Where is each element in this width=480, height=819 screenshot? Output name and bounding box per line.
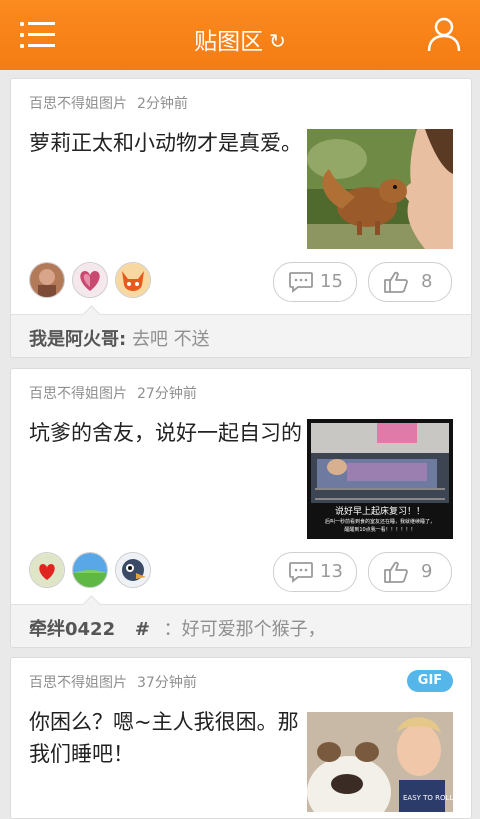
comment-hash: #: [134, 619, 150, 640]
comment-count-button[interactable]: 13: [273, 552, 357, 592]
post-time: 37分钟前: [137, 675, 197, 691]
comment-username[interactable]: 我是阿火哥:: [29, 329, 126, 350]
post-image-dorm-bed[interactable]: 说好早上起床复习！！ 后叫一秒前看到食的室友还在睡，我就继续睡了， 醒醒到10点…: [307, 419, 453, 539]
page-title: 贴图区: [194, 29, 264, 55]
post-source[interactable]: 百思不得姐图片: [29, 96, 127, 112]
comment-count: 15: [320, 271, 343, 292]
post-text[interactable]: 你困么？嗯~主人我很困。那我们睡吧！: [29, 706, 314, 770]
post-source[interactable]: 百思不得姐图片: [29, 675, 127, 691]
avatar[interactable]: [72, 552, 108, 588]
post-source[interactable]: 百思不得姐图片: [29, 386, 127, 402]
post-image-squirrel-kiss[interactable]: [307, 129, 453, 249]
like-count: 9: [421, 561, 433, 582]
post-card[interactable]: 百思不得姐图片 27分钟前 坑爹的舍友，说好一起自习的 说好早上起床复习！！ 后叫…: [10, 368, 472, 648]
user-profile-button[interactable]: [424, 14, 464, 54]
svg-text:EASY TO ROLL: EASY TO ROLL: [403, 794, 453, 802]
post-text[interactable]: 萝莉正太和小动物才是真爱。: [29, 127, 309, 159]
avatar[interactable]: [29, 552, 65, 588]
comment-count-button[interactable]: 15: [273, 262, 357, 302]
image-caption: 醒醒到10点我一看！！！！！！: [344, 527, 416, 533]
post-text[interactable]: 坑爹的舍友，说好一起自习的: [29, 417, 309, 449]
thumbs-up-icon: [384, 271, 408, 293]
comment-content: 去吧 不送: [131, 329, 210, 350]
avatar[interactable]: [72, 262, 108, 298]
post-card[interactable]: 百思不得姐图片 37分钟前 GIF 你困么？嗯~主人我很困。那我们睡吧！ EASY…: [10, 657, 472, 819]
top-comment[interactable]: 牵绊0422 # ：好可爱那个猴子，: [11, 595, 471, 647]
post-card[interactable]: 百思不得姐图片 2分钟前 萝莉正太和小动物才是真爱。 15 8 我是阿火哥: 去…: [10, 78, 472, 358]
comment-icon: [289, 562, 313, 583]
image-caption: 后叫一秒前看到食的室友还在睡，我就继续睡了，: [324, 519, 435, 525]
post-time: 27分钟前: [137, 386, 197, 402]
user-icon: [427, 17, 461, 52]
post-image-dog-and-child[interactable]: EASY TO ROLL: [307, 712, 453, 812]
avatar[interactable]: [115, 552, 151, 588]
comment-icon: [289, 272, 313, 293]
comment-content: ：好可爱那个猴子，: [163, 619, 326, 640]
like-button[interactable]: 8: [368, 262, 452, 302]
like-button[interactable]: 9: [368, 552, 452, 592]
avatar[interactable]: [29, 262, 65, 298]
thumbs-up-icon: [384, 561, 408, 583]
post-meta: 百思不得姐图片 27分钟前: [29, 383, 197, 403]
avatar[interactable]: [115, 262, 151, 298]
comment-username[interactable]: 牵绊0422: [29, 619, 115, 640]
refresh-icon[interactable]: ↻: [269, 29, 286, 53]
top-bar: 贴图区 ↻: [0, 0, 480, 70]
like-count: 8: [421, 271, 433, 292]
post-meta: 百思不得姐图片 2分钟前: [29, 93, 188, 113]
post-time: 2分钟前: [137, 96, 188, 112]
top-comment[interactable]: 我是阿火哥: 去吧 不送: [11, 305, 471, 357]
image-caption: 说好早上起床复习！！: [334, 507, 425, 517]
post-meta: 百思不得姐图片 37分钟前: [29, 672, 197, 692]
page-title-wrap[interactable]: 贴图区 ↻: [0, 22, 480, 56]
comment-count: 13: [320, 561, 343, 582]
gif-badge: GIF: [407, 670, 453, 692]
